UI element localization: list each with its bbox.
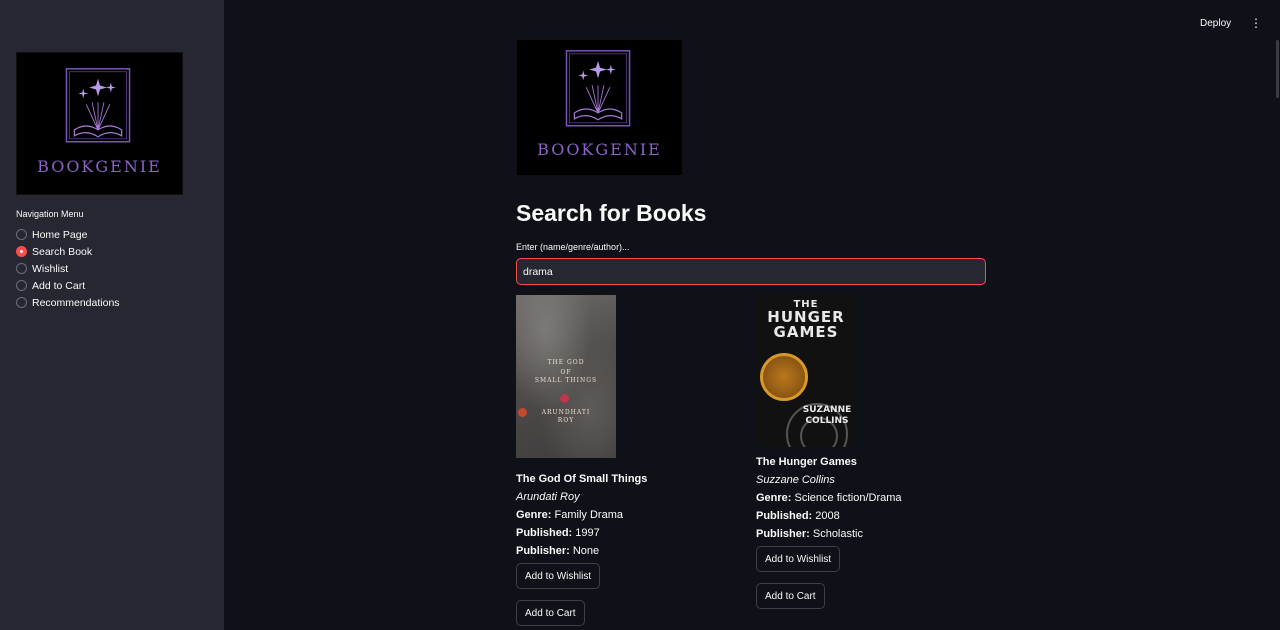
more-vertical-icon[interactable]: ⋮: [1250, 15, 1262, 31]
radio-checked-icon[interactable]: [16, 246, 27, 257]
book-card: THE GOD OF SMALL THINGS ARUNDHATI ROY Th…: [516, 295, 736, 626]
cover-text: ROY: [557, 417, 575, 424]
search-input[interactable]: [516, 258, 986, 285]
book-cover-image: THE GOD OF SMALL THINGS ARUNDHATI ROY: [516, 295, 616, 458]
search-label: Enter (name/genre/author)...: [516, 242, 630, 252]
book-card: THE HUNGER GAMES SUZANNE COLLINS The Hun…: [756, 295, 976, 609]
nav-menu-title: Navigation Menu: [16, 209, 84, 219]
nav-radio-group: Home Page Search Book Wishlist Add to Ca…: [16, 226, 120, 311]
nav-item-wishlist[interactable]: Wishlist: [16, 260, 120, 277]
book-cover-image: THE HUNGER GAMES SUZANNE COLLINS: [756, 295, 856, 447]
main-logo-text: BOOKGENIE: [537, 140, 662, 159]
book-title: The Hunger Games: [756, 456, 857, 468]
flower-decoration: [560, 394, 569, 403]
cover-text: THE HUNGER GAMES: [767, 299, 845, 341]
nav-item-recommendations[interactable]: Recommendations: [16, 294, 120, 311]
cover-text: SUZANNE COLLINS: [802, 405, 852, 426]
book-published: Published: 1997: [516, 527, 600, 539]
cover-text: THE GOD: [547, 359, 585, 366]
book-genre: Genre: Family Drama: [516, 509, 623, 521]
scrollbar[interactable]: [1276, 40, 1279, 98]
sidebar-logo-text: BOOKGENIE: [37, 157, 162, 176]
radio-icon[interactable]: [16, 229, 27, 240]
book-author: Arundati Roy: [516, 491, 580, 503]
add-to-wishlist-button[interactable]: Add to Wishlist: [756, 546, 841, 572]
page-title: Search for Books: [516, 200, 707, 226]
book-genre: Genre: Science fiction/Drama: [756, 492, 902, 504]
add-to-cart-button[interactable]: Add to Cart: [756, 583, 825, 609]
book-publisher: Publisher: Scholastic: [756, 528, 863, 540]
mockingjay-pin-icon: [760, 353, 808, 401]
radio-icon[interactable]: [16, 280, 27, 291]
cover-text: ARUNDHATI: [541, 409, 591, 416]
app-root: BOOKGENIE Navigation Menu Home Page Sear…: [0, 0, 1280, 630]
sidebar-logo: BOOKGENIE: [16, 52, 183, 195]
add-to-wishlist-button[interactable]: Add to Wishlist: [516, 563, 601, 589]
nav-item-label: Recommendations: [32, 296, 120, 309]
deploy-button[interactable]: Deploy: [1200, 14, 1231, 32]
sidebar: BOOKGENIE Navigation Menu Home Page Sear…: [0, 0, 224, 630]
cover-text: SMALL THINGS: [534, 377, 598, 384]
book-published: Published: 2008: [756, 510, 840, 522]
nav-item-label: Wishlist: [32, 262, 69, 275]
nav-item-label: Home Page: [32, 228, 88, 241]
main-logo: BOOKGENIE: [516, 39, 683, 176]
book-author: Suzzane Collins: [756, 474, 835, 486]
nav-item-label: Add to Cart: [32, 279, 86, 292]
book-title: The God Of Small Things: [516, 473, 648, 485]
radio-icon[interactable]: [16, 263, 27, 274]
nav-item-add-to-cart[interactable]: Add to Cart: [16, 277, 120, 294]
radio-icon[interactable]: [16, 297, 27, 308]
nav-item-home-page[interactable]: Home Page: [16, 226, 120, 243]
cover-text: OF: [560, 369, 572, 376]
add-to-cart-button[interactable]: Add to Cart: [516, 600, 585, 626]
nav-item-search-book[interactable]: Search Book: [16, 243, 120, 260]
nav-item-label: Search Book: [32, 245, 93, 258]
book-publisher: Publisher: None: [516, 545, 600, 557]
